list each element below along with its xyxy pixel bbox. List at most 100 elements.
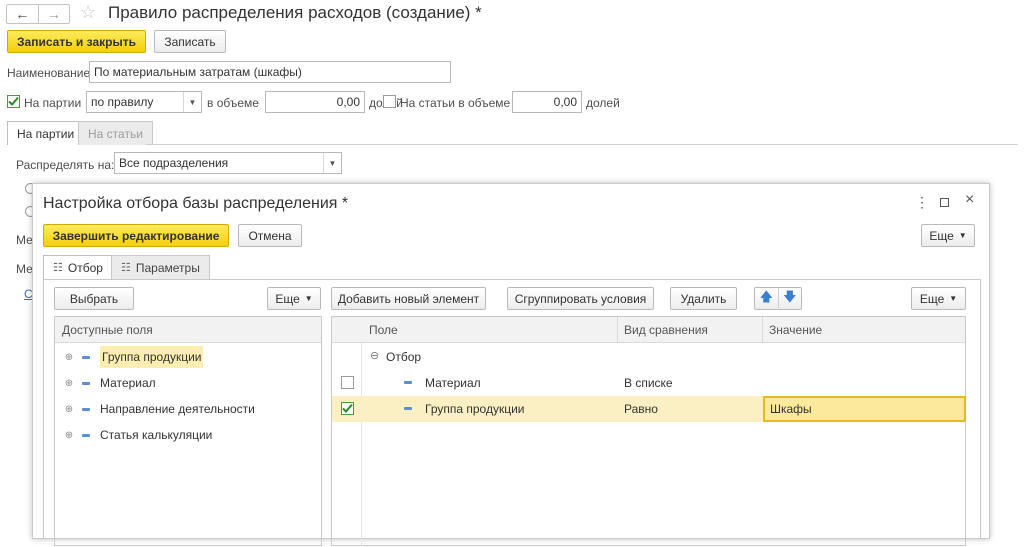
row-checkbox[interactable] [341, 402, 354, 415]
tab-filter-label: Отбор [67, 260, 103, 275]
available-fields-header: Доступные поля [55, 317, 321, 343]
list-item[interactable]: ⊕ Группа продукции [55, 344, 321, 370]
chevron-down-icon[interactable]: ▼ [183, 92, 201, 112]
tab-parameters-label: Параметры [135, 260, 200, 275]
left-more-button[interactable]: Еще ▼ [267, 287, 321, 310]
chevron-down-icon: ▼ [958, 231, 967, 240]
items-volume-field[interactable]: 0,00 [512, 91, 582, 113]
background-label: Ме [16, 233, 33, 247]
filter-grid: Поле Вид сравнения Значение ⊖ Отбор Мате… [331, 316, 966, 547]
close-icon[interactable]: × [965, 191, 974, 209]
delete-button[interactable]: Удалить [670, 287, 737, 310]
field-icon [404, 381, 412, 384]
tab-by-batch[interactable]: На партии [7, 121, 85, 145]
tab-content-frame: Выбрать Еще ▼ Доступные поля ⊕ Группа пр… [43, 279, 981, 547]
volume-label: в объеме [207, 96, 259, 110]
list-item-label: Группа продукции [100, 346, 204, 368]
by-batch-checkbox[interactable] [7, 95, 20, 108]
more-label: Еще [919, 291, 945, 306]
grid-header: Поле Вид сравнения Значение [332, 317, 965, 343]
field-icon [82, 381, 90, 385]
row-field: Группа продукции [425, 402, 525, 416]
window-title: Правило распределения расходов (создание… [108, 3, 482, 22]
dialog-title: Настройка отбора базы распределения * [43, 195, 349, 212]
more-label: Еще [929, 228, 954, 243]
column-divider [762, 317, 763, 343]
list-item-label: Направление деятельности [100, 402, 255, 416]
tab-filter[interactable]: ☷ Отбор [43, 255, 113, 279]
distribute-label: Распределять на: [16, 158, 115, 172]
expand-icon[interactable]: ⊕ [62, 404, 76, 415]
row-value: Шкафы [770, 402, 812, 416]
group-row[interactable]: ⊖ Отбор [332, 344, 965, 370]
name-label: Наименование: [7, 66, 94, 80]
by-items-label: На статьи в объеме [400, 96, 511, 110]
column-field[interactable]: Поле [369, 317, 398, 343]
field-icon [82, 407, 90, 411]
items-shares-label: долей [586, 96, 620, 110]
tab-parameters[interactable]: ☷ Параметры [111, 255, 210, 279]
filter-icon: ☷ [53, 262, 63, 274]
cancel-button[interactable]: Отмена [238, 224, 302, 247]
more-label: Еще [275, 291, 300, 306]
available-fields-header-label: Доступные поля [62, 322, 153, 337]
arrow-up-icon[interactable]: 🡅 [755, 288, 778, 310]
field-icon [82, 355, 90, 359]
tab-divider [146, 144, 1018, 145]
more-menu-icon[interactable]: ⋮ [915, 194, 929, 211]
row-checkbox[interactable] [341, 376, 354, 389]
select-button[interactable]: Выбрать [54, 287, 134, 310]
chevron-down-icon: ▼ [304, 294, 313, 303]
list-item-label: Статья калькуляции [100, 428, 213, 442]
favorite-star-icon[interactable]: ☆ [80, 2, 96, 23]
name-field[interactable]: По материальным затратам (шкафы) [89, 61, 451, 83]
field-icon [82, 433, 90, 437]
save-and-close-button[interactable]: Записать и закрыть [7, 30, 146, 53]
add-new-element-button[interactable]: Добавить новый элемент [331, 287, 486, 310]
row-value-editor[interactable]: Шкафы [763, 396, 966, 422]
group-conditions-button[interactable]: Сгруппировать условия [507, 287, 654, 310]
expand-icon[interactable]: ⊕ [62, 378, 76, 389]
rule-select[interactable]: по правилу ▼ [86, 91, 202, 113]
expand-icon[interactable]: ⊕ [62, 430, 76, 441]
filter-settings-dialog: Настройка отбора базы распределения * ⋮ … [32, 183, 990, 547]
chevron-down-icon[interactable]: ▼ [323, 153, 341, 173]
back-icon[interactable]: ← [7, 5, 39, 23]
right-more-button[interactable]: Еще ▼ [911, 287, 966, 310]
list-item-label: Материал [100, 376, 156, 390]
background-label: Ме [16, 262, 33, 276]
list-item[interactable]: ⊕ Материал [55, 370, 321, 396]
group-row-label: Отбор [386, 350, 422, 364]
column-value[interactable]: Значение [769, 317, 822, 343]
save-button[interactable]: Записать [154, 30, 226, 53]
move-up-button[interactable]: 🡅 🡇 [754, 287, 802, 310]
tab-by-items[interactable]: На статьи [78, 121, 153, 145]
list-item[interactable]: ⊕ Направление деятельности [55, 396, 321, 422]
chevron-down-icon: ▼ [949, 294, 958, 303]
nav-buttons: ← → [6, 4, 70, 24]
by-items-checkbox[interactable] [383, 95, 396, 108]
parameters-icon: ☷ [121, 262, 131, 274]
dialog-more-button[interactable]: Еще ▼ [921, 224, 975, 247]
distribute-select[interactable]: Все подразделения ▼ [114, 152, 342, 174]
table-row[interactable]: Группа продукции Равно Шкафы [332, 396, 966, 422]
row-comparison: Равно [624, 402, 658, 416]
list-item[interactable]: ⊕ Статья калькуляции [55, 422, 321, 448]
expand-icon[interactable]: ⊕ [62, 352, 76, 363]
finish-editing-button[interactable]: Завершить редактирование [43, 224, 229, 247]
table-row[interactable]: Материал В списке [332, 370, 965, 396]
rule-select-value: по правилу [91, 95, 154, 109]
collapse-icon[interactable]: ⊖ [370, 349, 379, 362]
volume-field[interactable]: 0,00 [265, 91, 365, 113]
arrow-down-icon[interactable]: 🡇 [777, 287, 802, 310]
distribute-select-value: Все подразделения [119, 156, 229, 170]
by-batch-label: На партии [24, 96, 82, 110]
field-icon [404, 407, 412, 410]
column-divider [617, 317, 618, 343]
row-comparison: В списке [624, 376, 673, 390]
row-field: Материал [425, 376, 481, 390]
forward-icon[interactable]: → [39, 5, 70, 23]
available-fields-list: Доступные поля ⊕ Группа продукции ⊕ Мате… [54, 316, 322, 546]
column-comparison[interactable]: Вид сравнения [624, 317, 708, 343]
maximize-icon[interactable] [940, 198, 949, 207]
